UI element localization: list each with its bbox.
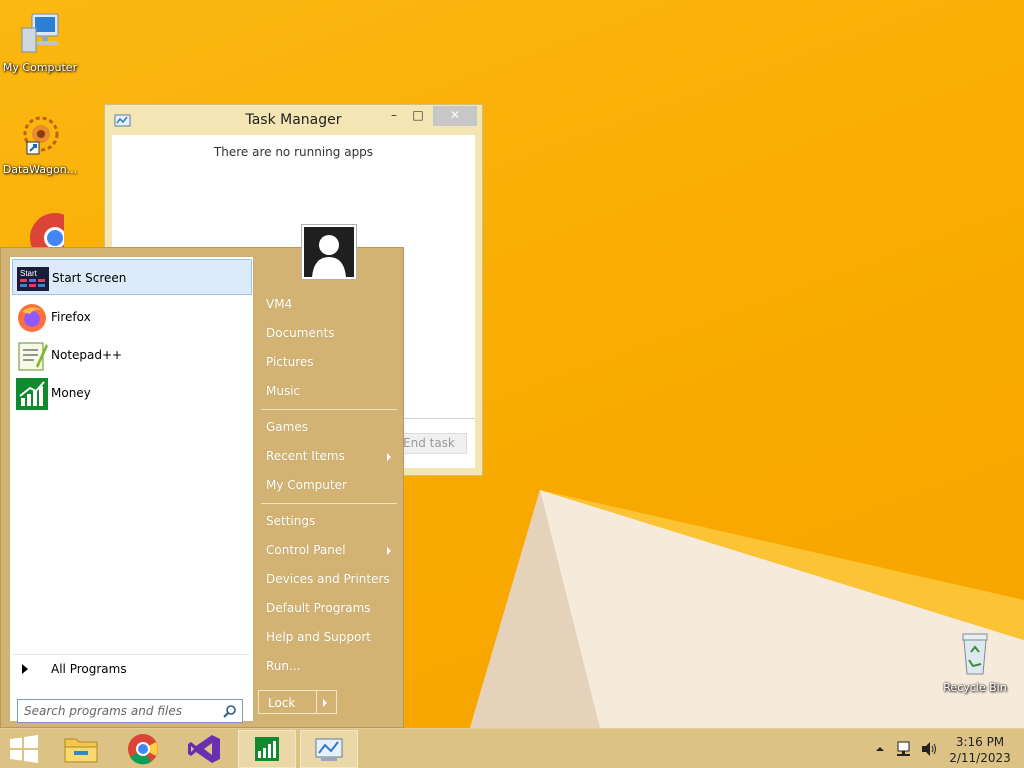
search-placeholder: Search programs and files — [24, 704, 182, 718]
all-programs-label: All Programs — [51, 662, 127, 676]
desktop-icon-label: Recycle Bin — [943, 681, 1007, 694]
desktop-icon-recycle-bin[interactable]: Recycle Bin — [935, 630, 1015, 694]
program-start-screen[interactable]: Start Start Screen — [12, 259, 252, 295]
desktop-icon-label: DataWagon... — [2, 163, 78, 176]
chrome-icon — [30, 213, 80, 263]
desktop-icon-datawagon[interactable]: DataWagon... — [0, 110, 80, 176]
minimize-button[interactable]: – — [383, 106, 405, 126]
menu-settings[interactable]: Settings — [266, 514, 315, 528]
menu-my-computer[interactable]: My Computer — [266, 478, 347, 492]
clock-date: 2/11/2023 — [949, 751, 1011, 765]
separator — [261, 409, 397, 410]
task-manager-icon — [315, 738, 343, 761]
menu-devices-printers[interactable]: Devices and Printers — [266, 572, 390, 586]
firefox-icon — [16, 302, 48, 334]
money-icon — [255, 737, 279, 761]
menu-control-panel[interactable]: Control Panel — [266, 543, 346, 557]
lock-button[interactable]: Lock — [258, 690, 337, 714]
money-icon — [16, 378, 48, 410]
menu-documents[interactable]: Documents — [266, 326, 334, 340]
chevron-up-icon — [876, 747, 884, 751]
menu-user[interactable]: VM4 — [266, 297, 292, 311]
windows-logo-icon — [10, 735, 38, 763]
menu-help-support[interactable]: Help and Support — [266, 630, 371, 644]
taskbar-task-manager[interactable] — [300, 730, 358, 768]
datawagon-icon — [23, 116, 59, 155]
volume-icon[interactable] — [920, 740, 938, 768]
end-task-button[interactable]: End task — [397, 433, 467, 454]
user-icon — [312, 235, 346, 277]
program-notepadpp[interactable]: Notepad++ — [12, 337, 252, 373]
lock-options-arrow-icon[interactable] — [323, 699, 327, 707]
maximize-button[interactable]: □ — [407, 106, 429, 126]
svg-text:Start: Start — [20, 269, 38, 278]
program-label: Notepad++ — [51, 348, 123, 362]
menu-pictures[interactable]: Pictures — [266, 355, 314, 369]
all-programs-button[interactable]: All Programs — [12, 654, 250, 680]
clock-time: 3:16 PM — [955, 735, 1005, 749]
folder-icon — [64, 738, 98, 763]
search-icon[interactable] — [223, 704, 237, 721]
search-input[interactable]: Search programs and files — [17, 699, 243, 723]
divider — [316, 691, 317, 713]
desktop-icon-label: My Computer — [2, 61, 78, 74]
start-button[interactable] — [0, 730, 48, 768]
separator — [261, 503, 397, 504]
menu-run[interactable]: Run... — [266, 659, 300, 673]
chevron-right-icon — [387, 453, 391, 461]
menu-games[interactable]: Games — [266, 420, 308, 434]
lock-label: Lock — [268, 696, 296, 710]
program-label: Firefox — [51, 310, 91, 324]
taskbar: 3:16 PM 2/11/2023 — [0, 728, 1024, 768]
clock[interactable]: 3:16 PM 2/11/2023 — [940, 734, 1020, 766]
chrome-icon — [128, 734, 158, 765]
start-menu: Start Start Screen Firefox Notepad++ Mon… — [0, 224, 404, 728]
empty-message: There are no running apps — [213, 145, 374, 159]
taskbar-visual-studio[interactable] — [176, 730, 234, 768]
taskbar-file-explorer[interactable] — [52, 730, 110, 768]
computer-icon — [21, 13, 59, 53]
network-icon[interactable] — [896, 740, 914, 768]
recycle-bin-icon — [962, 633, 988, 675]
taskbar-money[interactable] — [238, 730, 296, 768]
show-hidden-icons[interactable] — [874, 743, 886, 768]
desktop-icon-my-computer[interactable]: My Computer — [0, 10, 80, 74]
notepadpp-icon — [16, 340, 48, 372]
taskbar-chrome[interactable] — [114, 730, 172, 768]
program-label: Money — [51, 386, 91, 400]
close-button[interactable]: ✕ — [433, 106, 477, 126]
title-bar[interactable]: Task Manager – □ ✕ — [105, 105, 482, 135]
user-avatar[interactable] — [301, 224, 357, 280]
menu-music[interactable]: Music — [266, 384, 300, 398]
menu-default-programs[interactable]: Default Programs — [266, 601, 371, 615]
programs-pane: Start Start Screen Firefox Notepad++ Mon… — [9, 256, 254, 723]
desktop: My Computer DataWagon... Recycle Bin Tas… — [0, 0, 1024, 728]
start-screen-icon: Start — [17, 263, 49, 295]
program-firefox[interactable]: Firefox — [12, 299, 252, 335]
program-money[interactable]: Money — [12, 375, 252, 411]
triangle-right-icon — [22, 664, 28, 674]
visual-studio-icon — [188, 735, 220, 763]
program-label: Start Screen — [52, 271, 127, 285]
chevron-right-icon — [387, 547, 391, 555]
menu-recent-items[interactable]: Recent Items — [266, 449, 345, 463]
